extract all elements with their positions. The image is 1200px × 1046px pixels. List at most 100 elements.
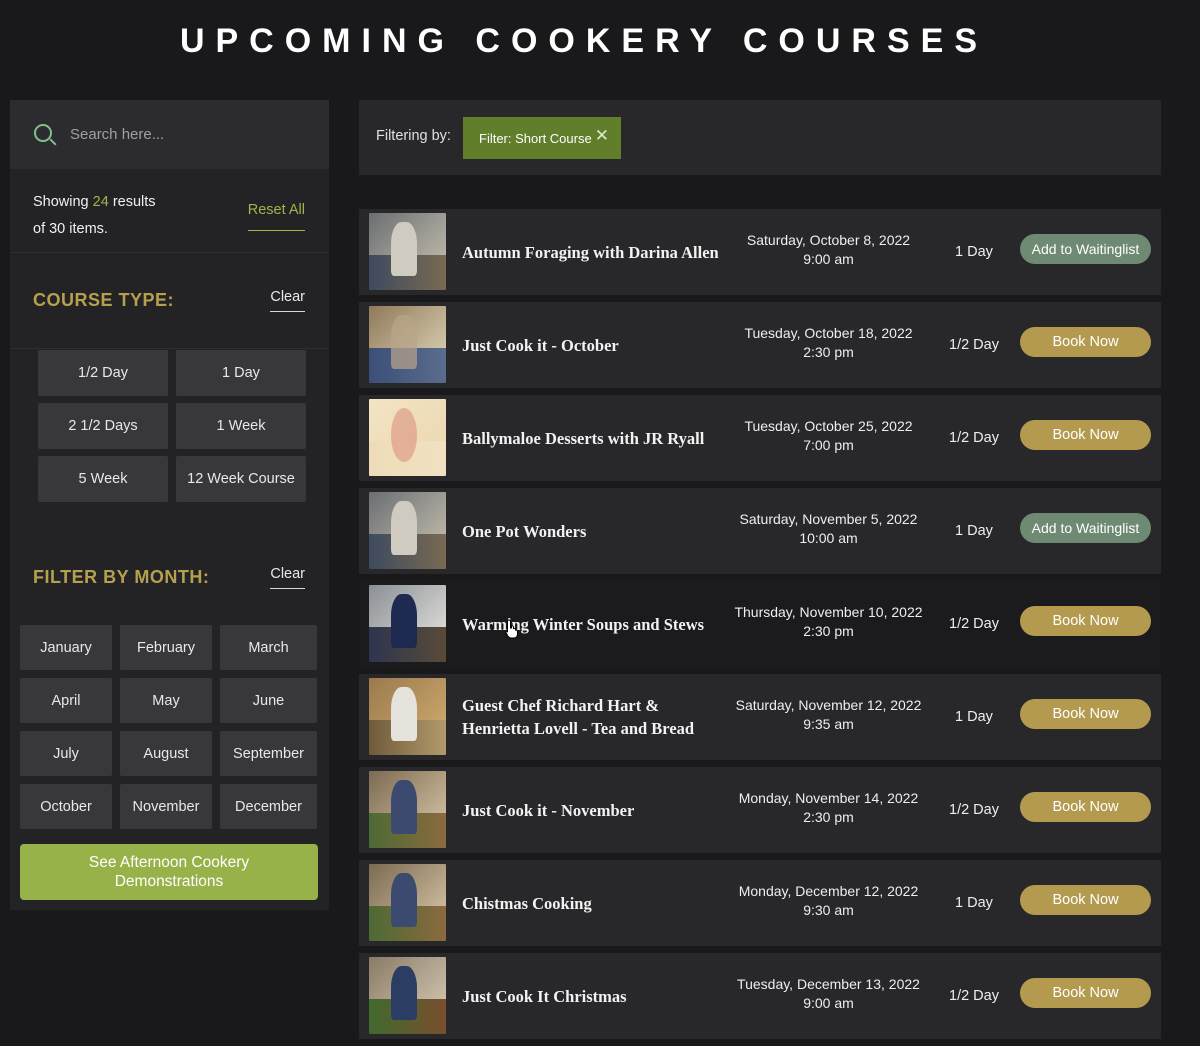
book-now-button[interactable]: Book Now [1020, 606, 1151, 636]
course-row: Autumn Foraging with Darina Allen Saturd… [359, 209, 1161, 295]
course-thumbnail [369, 585, 446, 662]
book-now-button[interactable]: Book Now [1020, 699, 1151, 729]
course-length: 1 Day [955, 709, 993, 725]
month-option[interactable]: January [20, 625, 112, 670]
course-date: Saturday, November 5, 2022 10:00 am [727, 510, 930, 548]
course-length: 1/2 Day [949, 802, 999, 818]
course-title[interactable]: One Pot Wonders [462, 488, 722, 574]
search-box [10, 100, 329, 169]
course-date: Tuesday, October 18, 2022 2:30 pm [727, 324, 930, 362]
results-summary: Showing 24 results of 30 items. Reset Al… [10, 169, 329, 253]
course-date-line: Thursday, November 10, 2022 [734, 604, 923, 620]
course-date: Monday, December 12, 2022 9:30 am [727, 882, 930, 920]
add-to-waitinglist-button[interactable]: Add to Waitinglist [1020, 513, 1151, 543]
course-date: Saturday, November 12, 2022 9:35 am [727, 696, 930, 734]
course-type-option[interactable]: 5 Week [38, 456, 168, 502]
add-to-waitinglist-button[interactable]: Add to Waitinglist [1020, 234, 1151, 264]
course-time: 2:30 pm [803, 623, 854, 639]
course-type-option[interactable]: 1 Week [176, 403, 306, 449]
course-title[interactable]: Just Cook It Christmas [462, 953, 722, 1039]
month-option[interactable]: July [20, 731, 112, 776]
course-time: 9:00 am [803, 995, 854, 1011]
course-thumbnail [369, 306, 446, 383]
course-type-option[interactable]: 12 Week Course [176, 456, 306, 502]
course-title[interactable]: Ballymaloe Desserts with JR Ryall [462, 395, 722, 481]
search-icon[interactable] [32, 122, 58, 148]
course-date: Monday, November 14, 2022 2:30 pm [727, 789, 930, 827]
course-length: 1 Day [955, 523, 993, 539]
month-option[interactable]: May [120, 678, 212, 723]
course-row: Warming Winter Soups and Stews Thursday,… [359, 581, 1161, 667]
search-input[interactable] [70, 126, 290, 143]
hand-cursor-icon [505, 619, 518, 639]
course-type-clear-link[interactable]: Clear [270, 289, 305, 312]
course-length: 1/2 Day [949, 988, 999, 1004]
course-date-line: Saturday, November 5, 2022 [739, 511, 918, 527]
month-option[interactable]: November [120, 784, 212, 829]
close-icon[interactable]: ✕ [595, 126, 609, 146]
results-count: 24 [92, 194, 109, 210]
active-filter-label: Filter: Short Course [479, 130, 592, 146]
book-now-button[interactable]: Book Now [1020, 792, 1151, 822]
course-length: 1/2 Day [949, 430, 999, 446]
course-title[interactable]: Autumn Foraging with Darina Allen [462, 209, 722, 295]
course-date-line: Monday, December 12, 2022 [738, 883, 919, 899]
course-type-option[interactable]: 1 Day [176, 350, 306, 396]
course-time: 10:00 am [799, 530, 858, 546]
course-type-title: COURSE TYPE: [33, 290, 175, 310]
course-length: 1/2 Day [949, 337, 999, 353]
course-thumbnail [369, 678, 446, 755]
month-option[interactable]: August [120, 731, 212, 776]
course-title[interactable]: Chistmas Cooking [462, 860, 722, 946]
course-time: 9:00 am [803, 251, 854, 267]
book-now-button[interactable]: Book Now [1020, 420, 1151, 450]
reset-all-link[interactable]: Reset All [247, 197, 305, 231]
course-date: Tuesday, December 13, 2022 9:00 am [727, 975, 930, 1013]
course-date-line: Tuesday, October 25, 2022 [744, 418, 913, 434]
course-time: 7:00 pm [803, 437, 854, 453]
book-now-button[interactable]: Book Now [1020, 978, 1151, 1008]
course-row: Just Cook It Christmas Tuesday, December… [359, 953, 1161, 1039]
course-type-options: 1/2 Day 1 Day 2 1/2 Days 1 Week 5 Week 1… [38, 350, 307, 502]
course-title[interactable]: Warming Winter Soups and Stews [462, 581, 722, 667]
month-option[interactable]: September [220, 731, 317, 776]
book-now-button[interactable]: Book Now [1020, 885, 1151, 915]
course-date-line: Saturday, November 12, 2022 [735, 697, 922, 713]
month-filter-header: FILTER BY MONTH: Clear [10, 530, 329, 620]
course-date-line: Tuesday, December 13, 2022 [737, 976, 920, 992]
afternoon-demonstrations-button[interactable]: See Afternoon Cookery Demonstrations [20, 844, 318, 900]
month-option[interactable]: October [20, 784, 112, 829]
course-length: 1/2 Day [949, 616, 999, 632]
course-type-option[interactable]: 1/2 Day [38, 350, 168, 396]
course-title[interactable]: Guest Chef Richard Hart & Henrietta Love… [462, 674, 722, 760]
book-now-button[interactable]: Book Now [1020, 327, 1151, 357]
month-filter-clear-link[interactable]: Clear [270, 566, 305, 589]
month-option[interactable]: February [120, 625, 212, 670]
course-type-header: COURSE TYPE: Clear [10, 253, 329, 349]
month-options: January February March April May June Ju… [20, 625, 317, 829]
course-time: 2:30 pm [803, 809, 854, 825]
course-row: Guest Chef Richard Hart & Henrietta Love… [359, 674, 1161, 760]
filter-sidebar: Showing 24 results of 30 items. Reset Al… [10, 100, 329, 910]
active-filter-tag[interactable]: Filter: Short Course ✕ [463, 117, 621, 159]
course-date: Tuesday, October 25, 2022 7:00 pm [727, 417, 930, 455]
course-row: Chistmas Cooking Monday, December 12, 20… [359, 860, 1161, 946]
course-length: 1 Day [955, 244, 993, 260]
course-date: Saturday, October 8, 2022 9:00 am [727, 231, 930, 269]
month-option[interactable]: December [220, 784, 317, 829]
course-title[interactable]: Just Cook it - October [462, 302, 722, 388]
course-row: Just Cook it - October Tuesday, October … [359, 302, 1161, 388]
month-option[interactable]: April [20, 678, 112, 723]
month-option[interactable]: March [220, 625, 317, 670]
month-option[interactable]: June [220, 678, 317, 723]
course-date-line: Tuesday, October 18, 2022 [744, 325, 913, 341]
course-title[interactable]: Just Cook it - November [462, 767, 722, 853]
course-time: 9:30 am [803, 902, 854, 918]
course-date: Thursday, November 10, 2022 2:30 pm [727, 603, 930, 641]
course-type-option[interactable]: 2 1/2 Days [38, 403, 168, 449]
results-middle: results [112, 194, 156, 210]
month-filter-title: FILTER BY MONTH: [33, 567, 210, 587]
course-row: One Pot Wonders Saturday, November 5, 20… [359, 488, 1161, 574]
course-thumbnail [369, 771, 446, 848]
course-length: 1 Day [955, 895, 993, 911]
